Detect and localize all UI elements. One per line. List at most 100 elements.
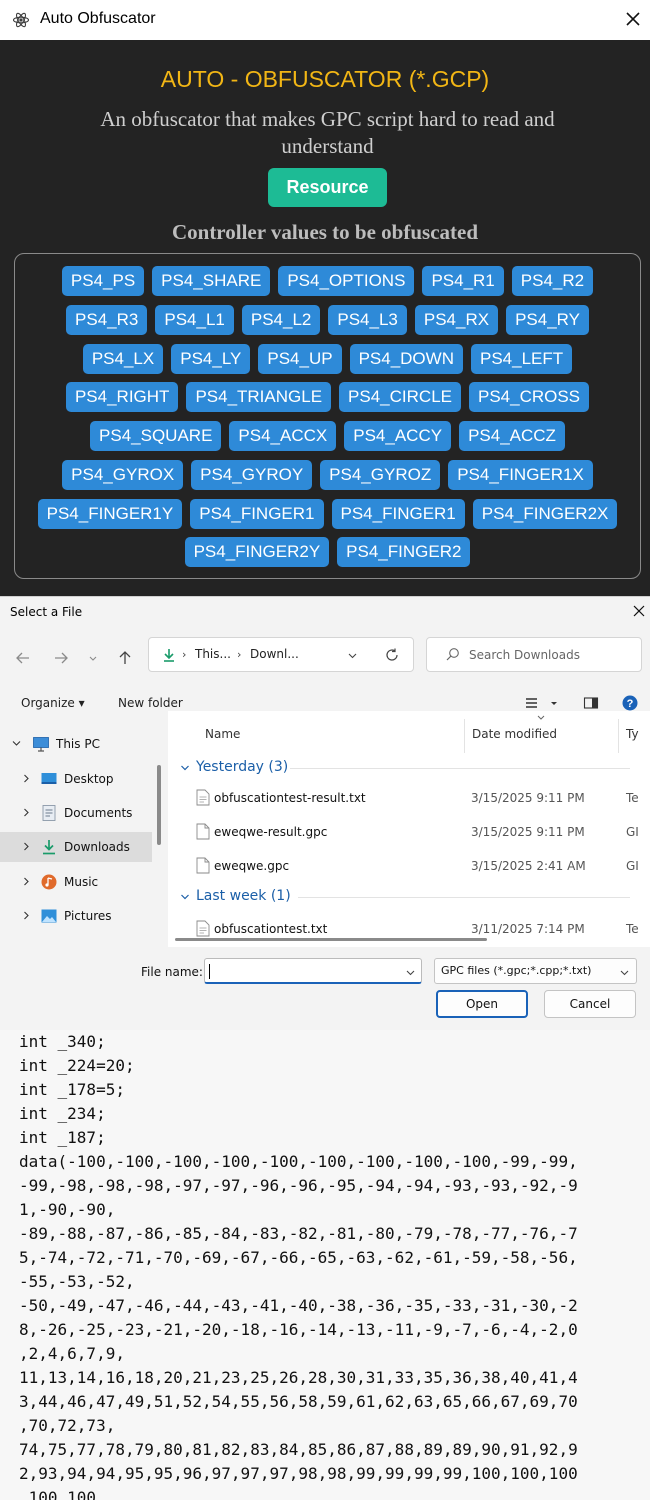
refresh-icon[interactable] <box>384 647 400 663</box>
tag-ps4-square[interactable]: PS4_SQUARE <box>90 421 222 451</box>
tag-ps4-r2[interactable]: PS4_R2 <box>511 266 594 296</box>
code-line: int _187; <box>19 1128 106 1147</box>
search-placeholder: Search Downloads <box>469 648 580 662</box>
search-box[interactable]: Search Downloads <box>426 637 642 672</box>
tag-ps4-share[interactable]: PS4_SHARE <box>152 266 271 296</box>
view-options-icon[interactable] <box>524 695 540 711</box>
expanded-chevron-icon[interactable] <box>12 739 21 748</box>
file-name-dropdown-chevron-icon[interactable] <box>405 967 416 978</box>
group-label: Yesterday (3) <box>196 759 289 775</box>
file-name-input[interactable] <box>204 958 422 984</box>
text-file-icon <box>196 920 210 937</box>
tag-ps4-up[interactable]: PS4_UP <box>258 344 342 374</box>
group-collapse-chevron-icon[interactable] <box>180 892 190 902</box>
tag-ps4-finger1-duplicate[interactable]: PS4_FINGER1 <box>331 499 465 529</box>
tag-ps4-l3[interactable]: PS4_L3 <box>328 305 407 335</box>
back-arrow-icon[interactable] <box>14 649 32 667</box>
nav-item-music[interactable]: Music <box>0 867 152 897</box>
file-name: obfuscationtest-result.txt <box>214 791 366 805</box>
tag-ps4-rx[interactable]: PS4_RX <box>414 305 499 335</box>
tag-ps4-accx[interactable]: PS4_ACCX <box>229 421 337 451</box>
tag-ps4-options[interactable]: PS4_OPTIONS <box>278 266 415 296</box>
file-row[interactable]: obfuscationtest-result.txt 3/15/2025 9:1… <box>168 783 650 813</box>
tag-ps4-lx[interactable]: PS4_LX <box>82 344 164 374</box>
up-arrow-icon[interactable] <box>116 649 134 667</box>
nav-item-pictures[interactable]: Pictures <box>0 901 152 931</box>
window-close-icon[interactable] <box>622 8 644 30</box>
tag-ps4-gyroy[interactable]: PS4_GYROY <box>191 460 313 490</box>
tag-ps4-ry[interactable]: PS4_RY <box>506 305 589 335</box>
tag-ps4-accz[interactable]: PS4_ACCZ <box>459 421 565 451</box>
view-chevron-icon[interactable] <box>549 695 559 711</box>
address-bar[interactable]: › This... › Downl... <box>148 637 414 672</box>
code-line: -99,-98,-98,-98,-97,-97,-96,-96,-95,-94,… <box>19 1176 578 1195</box>
nav-item-this-pc[interactable]: This PC <box>0 729 152 759</box>
nav-item-documents[interactable]: Documents <box>0 798 152 828</box>
tag-ps4-finger1x[interactable]: PS4_FINGER1X <box>448 460 593 490</box>
breadcrumb-downloads[interactable]: Downl... <box>250 647 299 661</box>
tag-ps4-finger2[interactable]: PS4_FINGER2 <box>337 537 471 567</box>
preview-pane-icon[interactable] <box>583 695 599 711</box>
tag-row: PS4_R3 PS4_L1 PS4_L2 PS4_L3 PS4_RX PS4_R… <box>15 305 640 335</box>
file-type-value: GPC files (*.gpc;*.cpp;*.txt) <box>441 964 592 977</box>
tag-ps4-right[interactable]: PS4_RIGHT <box>65 382 179 412</box>
resource-button[interactable]: Resource <box>268 168 387 207</box>
code-line: 5,-74,-72,-71,-70,-69,-67,-66,-65,-63,-6… <box>19 1248 578 1267</box>
nav-item-desktop[interactable]: Desktop <box>0 764 152 794</box>
file-row[interactable]: eweqwe-result.gpc 3/15/2025 9:11 PM GI <box>168 817 650 847</box>
group-header-last-week[interactable]: Last week (1) <box>178 885 638 909</box>
tag-ps4-gyrox[interactable]: PS4_GYROX <box>62 460 184 490</box>
organize-button[interactable]: Organize ▾ <box>21 696 85 710</box>
tag-ps4-cross[interactable]: PS4_CROSS <box>468 382 590 412</box>
tag-ps4-gyroz[interactable]: PS4_GYROZ <box>320 460 441 490</box>
nav-label: Music <box>64 875 99 889</box>
tag-ps4-finger2y[interactable]: PS4_FINGER2Y <box>184 537 330 567</box>
group-divider <box>290 768 630 769</box>
nav-item-downloads[interactable]: Downloads <box>0 832 152 862</box>
desktop-icon <box>41 773 57 784</box>
group-collapse-chevron-icon[interactable] <box>180 763 190 773</box>
forward-arrow-icon[interactable] <box>52 649 70 667</box>
tag-ps4-ly[interactable]: PS4_LY <box>171 344 251 374</box>
tag-row: PS4_GYROX PS4_GYROY PS4_GYROZ PS4_FINGER… <box>15 460 640 490</box>
tag-ps4-finger1[interactable]: PS4_FINGER1 <box>190 499 324 529</box>
tag-ps4-l1[interactable]: PS4_L1 <box>155 305 234 335</box>
file-row[interactable]: eweqwe.gpc 3/15/2025 2:41 AM GI <box>168 851 650 881</box>
breadcrumb-separator-icon: › <box>182 648 187 661</box>
group-header-yesterday[interactable]: Yesterday (3) <box>178 756 638 780</box>
tag-ps4-r3[interactable]: PS4_R3 <box>66 305 148 335</box>
tag-ps4-accy[interactable]: PS4_ACCY <box>344 421 452 451</box>
open-button[interactable]: Open <box>436 990 528 1018</box>
code-line: ,2,4,6,7,9, <box>19 1344 125 1363</box>
new-folder-button[interactable]: New folder <box>118 696 183 710</box>
tag-ps4-circle[interactable]: PS4_CIRCLE <box>339 382 461 412</box>
tag-ps4-finger1y[interactable]: PS4_FINGER1Y <box>37 499 183 529</box>
collapsed-chevron-icon[interactable] <box>22 877 31 886</box>
tag-row: PS4_RIGHT PS4_TRIANGLE PS4_CIRCLE PS4_CR… <box>15 382 640 412</box>
tag-row: PS4_FINGER1Y PS4_FINGER1 PS4_FINGER1 PS4… <box>15 499 640 529</box>
tag-ps4-left[interactable]: PS4_LEFT <box>470 344 573 374</box>
tag-row: PS4_PS PS4_SHARE PS4_OPTIONS PS4_R1 PS4_… <box>15 266 640 296</box>
collapsed-chevron-icon[interactable] <box>22 808 31 817</box>
collapsed-chevron-icon[interactable] <box>22 842 31 851</box>
cancel-button[interactable]: Cancel <box>544 990 636 1018</box>
recent-locations-chevron-icon[interactable] <box>86 649 100 667</box>
tag-ps4-finger2x[interactable]: PS4_FINGER2X <box>472 499 618 529</box>
tag-ps4-down[interactable]: PS4_DOWN <box>349 344 463 374</box>
window-title: Auto Obfuscator <box>40 10 156 27</box>
collapsed-chevron-icon[interactable] <box>22 911 31 920</box>
code-line: int _224=20; <box>19 1056 135 1075</box>
tag-ps4-l2[interactable]: PS4_L2 <box>241 305 321 335</box>
dialog-close-icon[interactable] <box>631 603 647 619</box>
nav-scrollbar[interactable] <box>157 765 161 845</box>
help-icon[interactable]: ? <box>622 695 638 711</box>
code-line: int _234; <box>19 1104 106 1123</box>
horizontal-scrollbar[interactable] <box>175 938 487 941</box>
breadcrumb-this-pc[interactable]: This... <box>195 647 231 661</box>
file-type-select[interactable]: GPC files (*.gpc;*.cpp;*.txt) <box>434 958 637 984</box>
tag-ps4-triangle[interactable]: PS4_TRIANGLE <box>186 382 332 412</box>
collapsed-chevron-icon[interactable] <box>22 774 31 783</box>
tag-ps4-r1[interactable]: PS4_R1 <box>422 266 504 296</box>
tag-ps4-ps[interactable]: PS4_PS <box>61 266 145 296</box>
address-dropdown-chevron-icon[interactable] <box>347 650 358 661</box>
